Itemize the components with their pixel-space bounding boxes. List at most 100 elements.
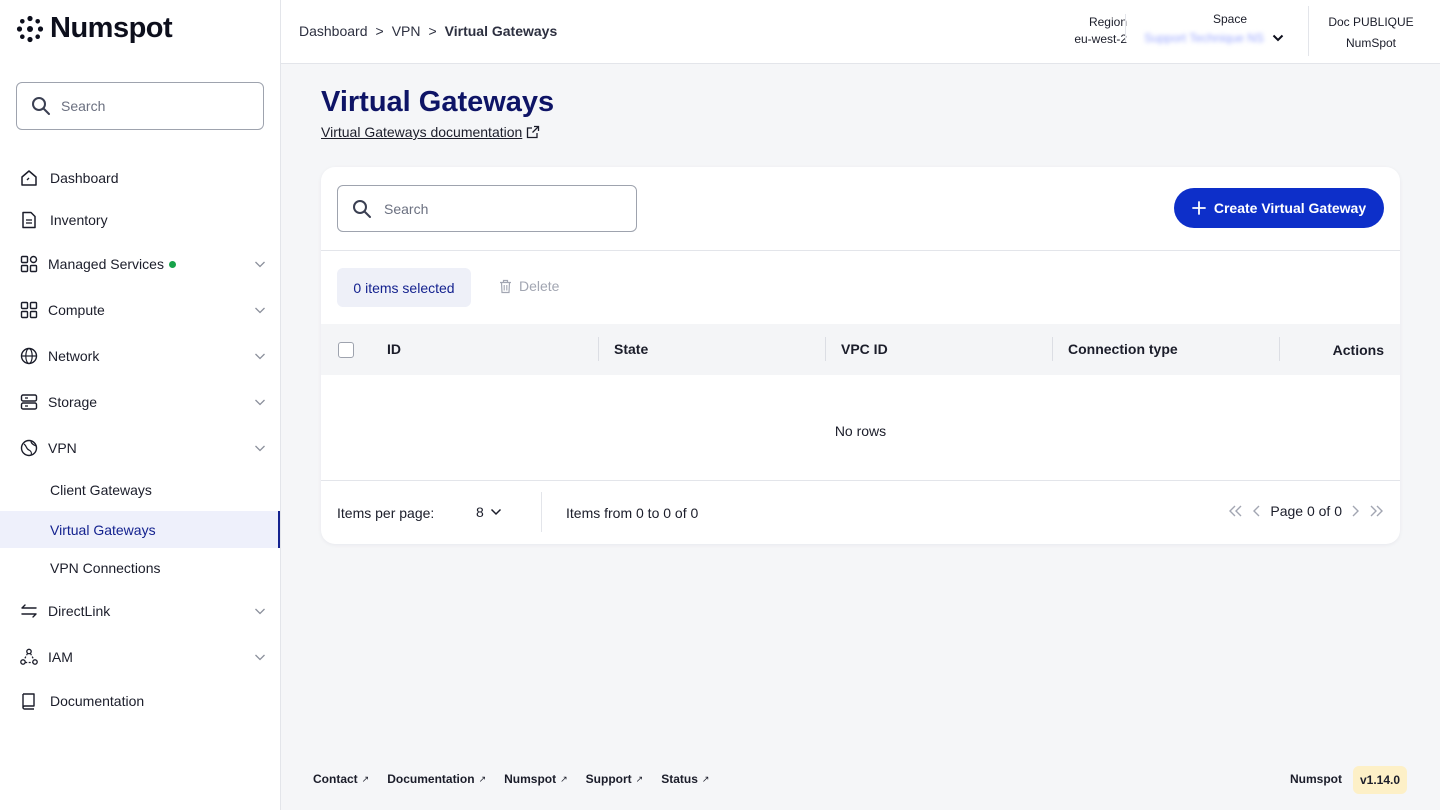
storage-icon xyxy=(20,394,38,410)
space-selector[interactable]: Space Support Technique NS xyxy=(1139,12,1289,45)
column-divider xyxy=(825,337,826,361)
sidebar-item-label: Dashboard xyxy=(50,170,119,186)
sidebar-item-vpn[interactable]: VPN xyxy=(0,428,280,468)
external-arrow-icon: ↗ xyxy=(701,773,710,784)
organisation-selector[interactable]: Doc PUBLIQUE NumSpot xyxy=(1321,12,1421,54)
sidebar-item-inventory[interactable]: Inventory xyxy=(0,200,280,240)
sidebar-item-directlink[interactable]: DirectLink xyxy=(0,591,280,631)
plus-icon xyxy=(1191,201,1206,215)
book-icon xyxy=(22,693,35,710)
documentation-link-text: Virtual Gateways documentation xyxy=(321,124,523,140)
external-arrow-icon: ↗ xyxy=(560,773,568,784)
swap-arrows-icon xyxy=(21,604,37,618)
column-header-connection-type[interactable]: Connection type xyxy=(1068,341,1178,357)
previous-page-icon[interactable] xyxy=(1252,504,1262,518)
items-per-page-select[interactable]: 8 xyxy=(476,504,502,520)
sidebar-item-storage[interactable]: Storage xyxy=(0,382,280,422)
space-value: Support Technique NS xyxy=(1144,31,1264,45)
divider xyxy=(321,250,1400,251)
column-header-state[interactable]: State xyxy=(614,341,648,357)
sidebar-item-label: IAM xyxy=(48,649,73,665)
globe-icon xyxy=(20,347,38,365)
items-per-page-value: 8 xyxy=(476,504,484,520)
sidebar-item-vpn-connections[interactable]: VPN Connections xyxy=(0,549,280,586)
select-all-checkbox[interactable] xyxy=(338,342,354,358)
chevron-down-icon xyxy=(490,508,501,516)
region-value: eu-west-2 xyxy=(1074,32,1127,46)
external-arrow-icon: ↗ xyxy=(361,773,370,784)
numspot-logo[interactable]: Numspot xyxy=(16,12,173,45)
column-header-vpc-id[interactable]: VPC ID xyxy=(841,341,888,357)
logo-text: Numspot xyxy=(50,12,173,44)
sidebar-item-dashboard[interactable]: Dashboard xyxy=(0,158,280,198)
divider xyxy=(541,492,542,532)
sidebar-item-compute[interactable]: Compute xyxy=(0,290,280,330)
footer-link-status[interactable]: Status ↗ xyxy=(661,772,709,786)
sidebar-item-label: Managed Services xyxy=(48,256,164,272)
managed-services-icon xyxy=(20,255,38,273)
sidebar-item-iam[interactable]: IAM xyxy=(0,637,280,677)
chevron-down-icon xyxy=(255,654,265,661)
footer-link-contact[interactable]: Contact ↗ xyxy=(313,772,369,786)
column-divider xyxy=(598,337,599,361)
column-divider xyxy=(1279,337,1280,361)
breadcrumb-dashboard[interactable]: Dashboard xyxy=(299,23,368,39)
region-label: Region xyxy=(1088,15,1127,29)
divider xyxy=(1125,14,1126,42)
sidebar-item-label: Storage xyxy=(48,394,98,410)
search-icon xyxy=(32,97,50,115)
chevron-down-icon xyxy=(255,445,265,452)
table-search-placeholder: Search xyxy=(384,200,429,217)
sidebar-item-label: Network xyxy=(48,348,100,364)
footer-link-numspot[interactable]: Numspot ↗ xyxy=(504,772,568,786)
breadcrumb-separator: > xyxy=(428,23,437,39)
sidebar-item-client-gateways[interactable]: Client Gateways xyxy=(0,471,280,508)
chevron-down-icon xyxy=(255,608,265,615)
compute-icon xyxy=(20,301,38,319)
iam-icon xyxy=(20,648,38,665)
sidebar-item-label: Inventory xyxy=(50,212,108,228)
next-page-icon[interactable] xyxy=(1350,504,1360,518)
delete-button[interactable]: Delete xyxy=(499,278,559,294)
column-header-id[interactable]: ID xyxy=(387,341,401,357)
table-search-input[interactable]: Search xyxy=(337,185,637,232)
footer-brand: Numspot xyxy=(1290,772,1342,786)
sidebar-search-placeholder: Search xyxy=(61,98,106,114)
footer-link-documentation[interactable]: Documentation ↗ xyxy=(387,772,486,786)
footer-link-label: Contact xyxy=(313,772,358,786)
sidebar-item-label: Documentation xyxy=(50,693,145,709)
inventory-icon xyxy=(22,211,36,229)
sidebar-item-documentation[interactable]: Documentation xyxy=(0,681,280,721)
virtual-gateways-table-card: Search Create Virtual Gateway 0 items se… xyxy=(321,167,1400,544)
breadcrumb-current: Virtual Gateways xyxy=(444,23,558,39)
footer-link-label: Numspot xyxy=(504,772,557,786)
empty-table-message: No rows xyxy=(834,423,887,439)
first-page-icon[interactable] xyxy=(1228,504,1244,518)
breadcrumb-separator: > xyxy=(375,23,384,39)
delete-label: Delete xyxy=(519,278,560,294)
last-page-icon[interactable] xyxy=(1368,504,1384,518)
create-button-label: Create Virtual Gateway xyxy=(1213,200,1367,216)
sidebar-item-managed-services[interactable]: Managed Services xyxy=(0,244,280,284)
sidebar-item-network[interactable]: Network xyxy=(0,336,280,376)
sidebar-item-virtual-gateways[interactable]: Virtual Gateways xyxy=(0,511,280,548)
version-badge: v1.14.0 xyxy=(1353,766,1407,794)
footer-link-support[interactable]: Support ↗ xyxy=(586,772,644,786)
divider xyxy=(321,480,1400,481)
chevron-down-icon xyxy=(255,353,265,360)
status-dot xyxy=(168,260,176,268)
column-divider xyxy=(1052,337,1053,361)
create-virtual-gateway-button[interactable]: Create Virtual Gateway xyxy=(1174,188,1384,228)
footer-links: Contact ↗ Documentation ↗ Numspot ↗ Support… xyxy=(313,772,709,786)
footer-link-label: Status xyxy=(661,772,698,786)
sidebar-search-input[interactable]: Search xyxy=(16,82,264,130)
organisation-label: Doc PUBLIQUE xyxy=(1328,15,1414,29)
dashboard-icon xyxy=(21,170,37,186)
topbar: Dashboard > VPN > Virtual Gateways Regio… xyxy=(281,0,1440,64)
space-label: Space xyxy=(1212,12,1248,26)
documentation-link[interactable]: Virtual Gateways documentation xyxy=(321,124,540,140)
breadcrumb-vpn[interactable]: VPN xyxy=(392,23,421,39)
chevron-down-icon xyxy=(255,261,265,268)
region-selector[interactable]: Region eu-west-2 xyxy=(1037,14,1127,48)
chevron-down-icon xyxy=(1272,34,1284,42)
